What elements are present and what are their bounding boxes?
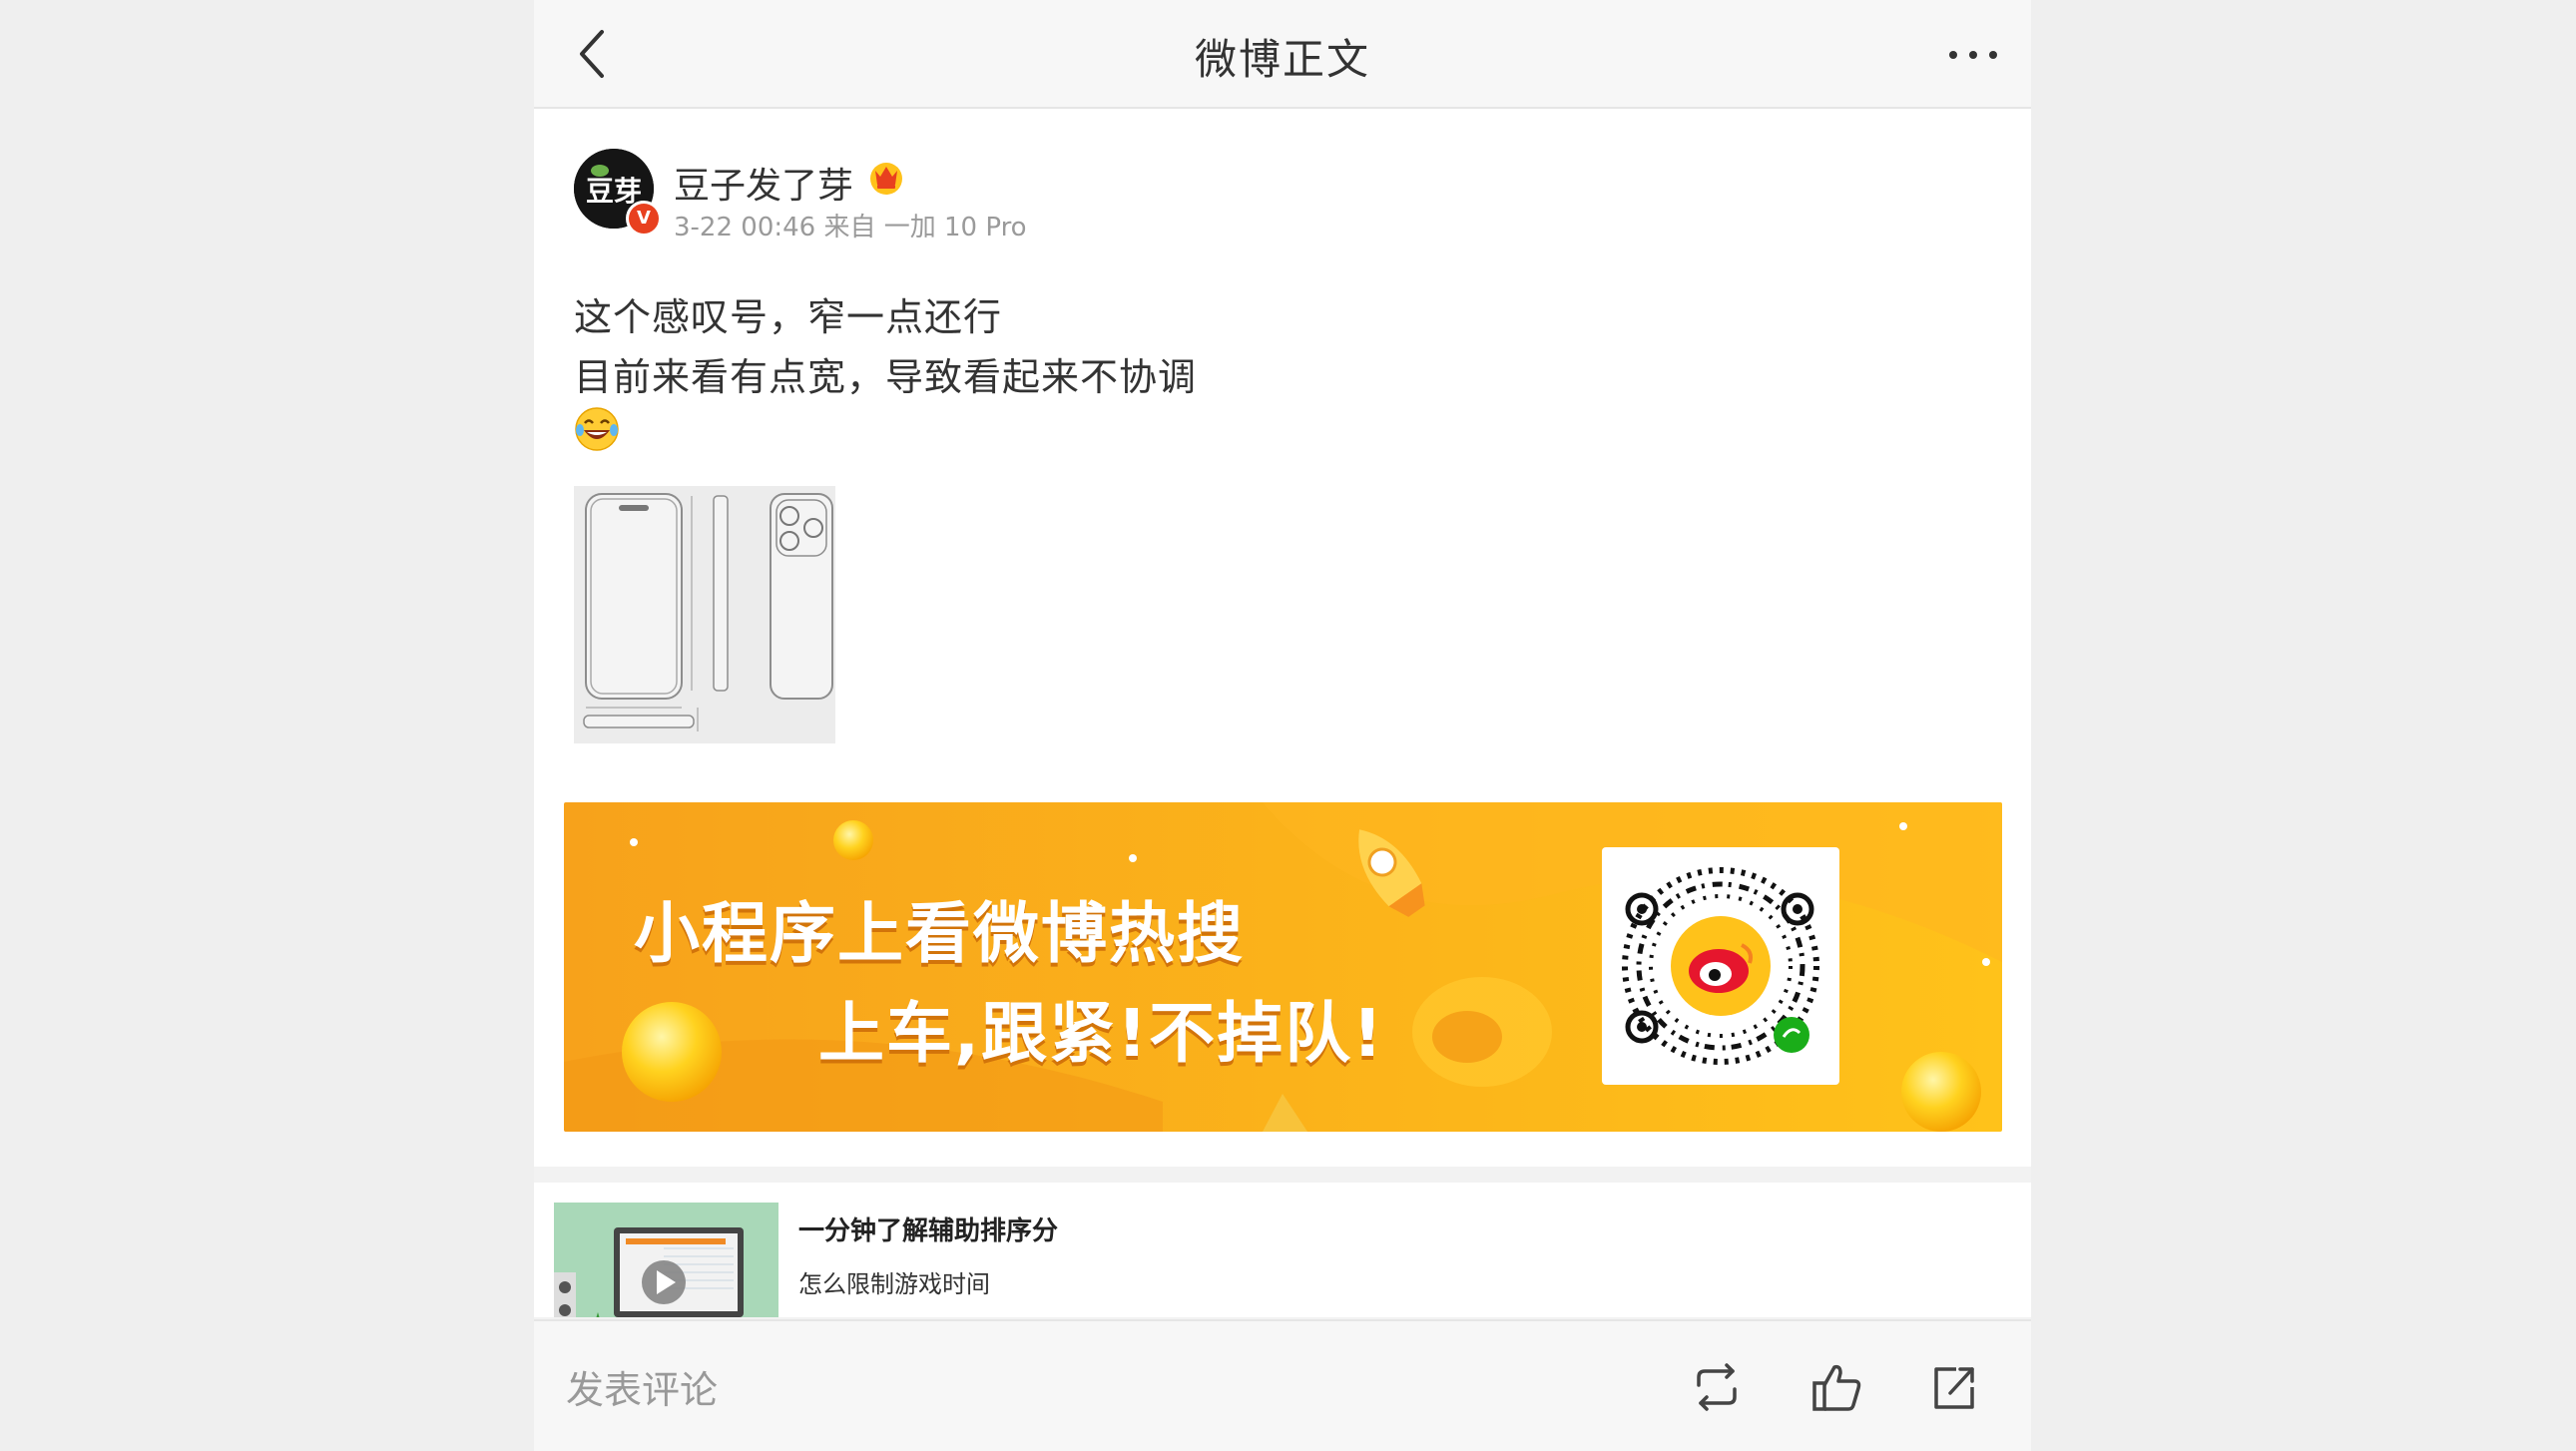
like-icon[interactable]: [1808, 1359, 1864, 1415]
qr-code[interactable]: [1602, 847, 1839, 1085]
video-thumbnail[interactable]: [554, 1203, 778, 1317]
post-image-thumbnail[interactable]: [574, 486, 835, 743]
article-subtitle: 怎么限制游戏时间: [798, 1270, 990, 1298]
banner-headline: 小程序上看微博热搜: [634, 895, 1245, 972]
post-card: 豆芽 V 豆子发了芽 3-22 00:46 来自 一加 10 Pro 这个感叹号…: [534, 109, 2031, 1167]
mini-program-banner[interactable]: 小程序上看微博热搜 上车,跟紧!不掉队!: [564, 802, 2002, 1132]
member-crown-icon[interactable]: [866, 157, 906, 197]
share-icon[interactable]: [1926, 1359, 1982, 1415]
article-title[interactable]: 一分钟了解辅助排序分: [798, 1210, 1058, 1247]
post-text-line-1: 这个感叹号，窄一点还行: [574, 295, 1003, 339]
banner-slogan: 上车,跟紧!不掉队!: [818, 995, 1385, 1072]
post-meta: 3-22 00:46 来自 一加 10 Pro: [674, 213, 1027, 242]
recommended-article[interactable]: 一分钟了解辅助排序分 怎么限制游戏时间: [534, 1183, 2031, 1317]
more-options-icon[interactable]: [1943, 30, 2003, 80]
bottom-toolbar: 发表评论: [534, 1319, 2031, 1451]
post-text-line-2: 目前来看有点宽，导致看起来不协调: [574, 355, 1198, 399]
repost-icon[interactable]: [1689, 1359, 1745, 1415]
author-name[interactable]: 豆子发了芽: [674, 157, 853, 209]
weibo-page: 微博正文 豆芽 V 豆子发了芽 3-22 00:46 来自 一加 10 Pro …: [534, 0, 2031, 1451]
top-nav-bar: 微博正文: [534, 0, 2031, 109]
page-title: 微博正文: [1194, 35, 1370, 84]
laughing-tears-emoji-icon: [574, 406, 620, 452]
verified-badge: V: [626, 201, 662, 237]
comment-input[interactable]: 发表评论: [566, 1359, 1165, 1413]
